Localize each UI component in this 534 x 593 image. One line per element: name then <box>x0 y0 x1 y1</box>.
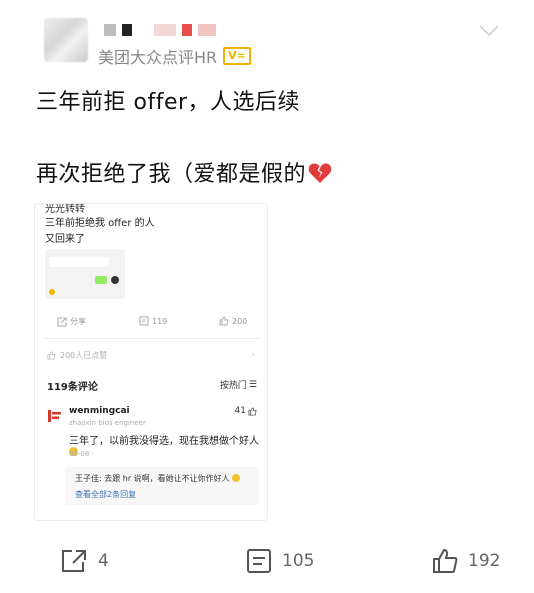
embed-like-count: 200 <box>232 316 248 326</box>
chat-thumbnail <box>45 249 125 299</box>
avatar[interactable] <box>44 18 88 62</box>
embed-likes: 200 <box>219 316 247 326</box>
liked-count-text: 200人已点赞 <box>60 351 108 360</box>
view-all-replies-link: 查看全部2条回复 <box>75 490 137 499</box>
blurred-username[interactable] <box>104 22 216 38</box>
share-button[interactable]: 4 <box>60 548 109 574</box>
share-icon <box>57 317 67 326</box>
commenter-logo-icon <box>48 410 61 422</box>
comments-header: 119条评论 <box>47 382 98 393</box>
post-text-line-2: 再次拒绝了我（爱都是假的 <box>36 156 516 188</box>
comment-text-body: 三年了，以前我没得选，现在我想做个好人 <box>69 436 259 447</box>
post-text-line-2-text: 再次拒绝了我（爱都是假的 <box>36 162 307 187</box>
embed-comments: 119 <box>139 316 167 326</box>
post-text-line-1: 三年前拒 offer，人选后续 <box>36 90 301 115</box>
comment-button[interactable]: 105 <box>246 548 314 574</box>
thumbs-up-icon <box>219 316 229 326</box>
sort-toggle: 按热门 ☰ <box>219 378 257 392</box>
broken-heart-icon <box>308 163 332 183</box>
embed-share-label: 分享 <box>70 317 86 326</box>
chevron-right-icon: › <box>251 350 255 360</box>
sort-icon: ☰ <box>248 379 257 390</box>
embed-title-line-2: 又回来了 <box>45 234 85 245</box>
embed-share: 分享 <box>57 316 86 327</box>
comment-likes: 41 <box>235 406 257 416</box>
sunglasses-emoji-icon <box>232 474 241 482</box>
comment-date: 05-08 · <box>69 450 94 458</box>
comment-count: 105 <box>282 551 315 571</box>
embed-comment-count: 119 <box>152 316 168 326</box>
divider <box>43 338 261 339</box>
comment-like-count: 41 <box>234 406 246 416</box>
comment-text: 三年了，以前我没得选，现在我想做个好人 <box>69 432 267 458</box>
comment-icon <box>247 549 271 573</box>
post-header: 美团大众点评HR V= <box>44 10 514 70</box>
chevron-down-icon[interactable] <box>478 24 500 38</box>
commenter-name: wenmingcai <box>69 406 130 416</box>
source-label: 美团大众点评HR <box>98 48 218 67</box>
post-source: 美团大众点评HR V= <box>98 44 251 68</box>
embedded-screenshot[interactable]: 光光转转 三年前拒绝我 offer 的人 又回来了 分享 119 200 200… <box>34 203 268 521</box>
embed-title-line-1: 三年前拒绝我 offer 的人 <box>45 218 155 229</box>
embed-action-bar: 分享 119 200 <box>35 312 267 328</box>
share-icon <box>62 550 86 572</box>
share-count: 4 <box>98 551 109 571</box>
reply-box: 王子佳: 去跟 hr 说啊，看她让不让你作好人 查看全部2条回复 <box>65 467 259 505</box>
verified-badge-icon: V= <box>223 47 251 65</box>
sort-label: 按热门 <box>219 381 247 391</box>
thumbs-up-icon <box>47 351 56 360</box>
thumbs-up-icon <box>248 406 257 416</box>
reply-text-body: 王子佳: 去跟 hr 说啊，看她让不让你作好人 <box>75 474 230 483</box>
post-action-bar: 4 105 192 <box>0 548 534 578</box>
like-button[interactable]: 192 <box>432 548 500 574</box>
reply-text: 王子佳: 去跟 hr 说啊，看她让不让你作好人 <box>75 473 241 484</box>
like-count: 192 <box>468 551 501 571</box>
liked-row: 200人已点赞 <box>47 350 107 361</box>
thumbs-up-icon <box>433 548 458 573</box>
commenter-subtitle: zhaoxin bios engineer <box>69 419 146 427</box>
comment-icon <box>139 316 149 326</box>
